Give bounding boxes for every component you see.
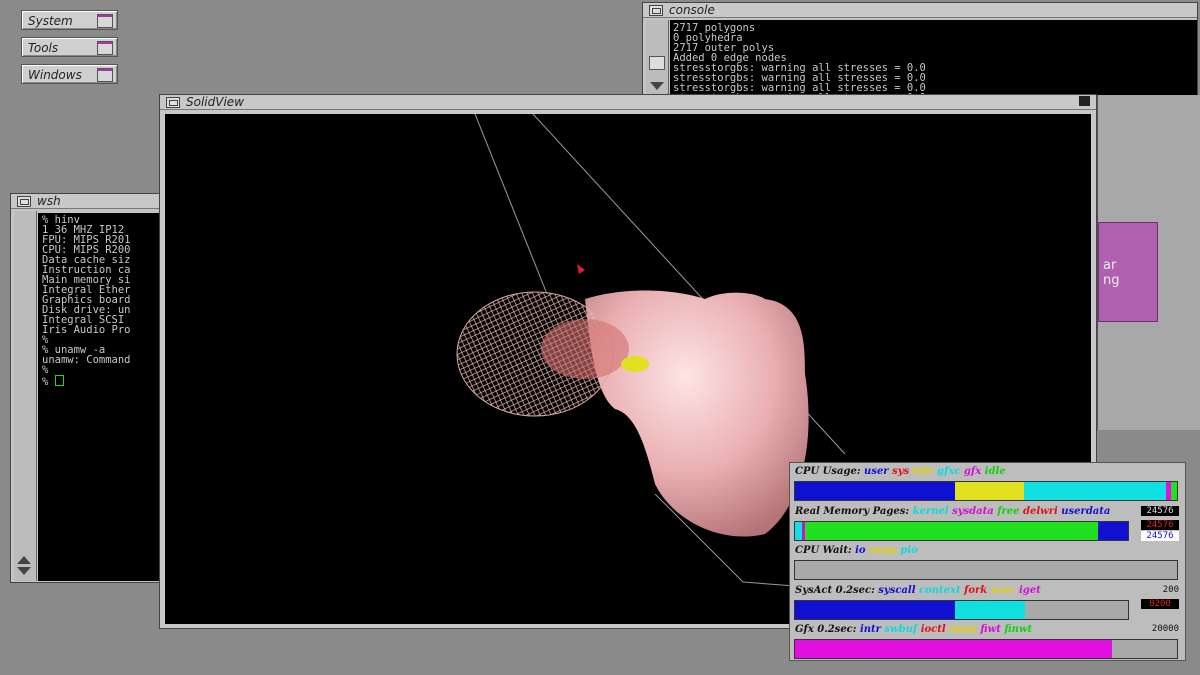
legend-item: intr <box>859 624 885 635</box>
menu-box-icon <box>97 68 113 82</box>
legend-item: user <box>864 466 893 477</box>
bar-segment <box>804 522 1099 540</box>
osview-row-label: CPU Usage: user sys intr gfxc gfx idle <box>795 466 1006 477</box>
legend-item: ioctl <box>920 624 950 635</box>
osview-max-value: 24576 <box>1141 520 1179 530</box>
legend-item: swap <box>869 545 901 556</box>
osview-bar <box>794 639 1178 659</box>
terminal-line: Iris Audio Pro <box>42 324 131 336</box>
scroll-down-arrow-icon[interactable] <box>650 82 664 90</box>
legend-item: gfx <box>963 466 985 477</box>
inner-structure <box>541 319 629 379</box>
solid-body-shape <box>585 290 809 537</box>
legend-item: io <box>855 545 870 556</box>
legend-item: syscall <box>878 585 919 596</box>
osview-bar <box>794 600 1129 620</box>
background-label-1: ar <box>1103 258 1117 273</box>
background-icon-box[interactable]: ar ng <box>1098 222 1158 322</box>
legend-item: idle <box>984 466 1006 477</box>
wsh-titlebar[interactable]: wsh <box>11 194 164 209</box>
osview-row-label: Real Memory Pages: kernel sysdata free d… <box>795 506 1111 517</box>
legend-item: intr <box>912 466 938 477</box>
console-title: console <box>669 3 715 17</box>
osview-row-label: CPU Wait: io swap pio <box>795 545 918 556</box>
legend-item: swbuf <box>884 624 921 635</box>
wsh-title: wsh <box>37 194 61 208</box>
bar-segment <box>954 601 1025 619</box>
toolchest-tools-button[interactable]: Tools <box>21 37 118 57</box>
window-menu-icon[interactable] <box>17 196 31 207</box>
console-output: 2717 polygons 0 polyhedra 2717 outer polys… <box>670 20 1197 96</box>
bar-segment <box>955 482 1025 500</box>
text-cursor-icon <box>54 375 64 386</box>
osview-scale-value: 24576 <box>1141 506 1179 516</box>
bar-segment <box>795 601 955 619</box>
legend-item: gfxc <box>937 466 964 477</box>
terminal-line: 2717 polygons <box>673 22 756 34</box>
osview-row-label: Gfx 0.2sec: intr swbuf ioctl swap fiwt f… <box>795 624 1033 635</box>
toolchest-tools-label: Tools <box>28 41 59 55</box>
bar-segment <box>795 640 1113 658</box>
highlight-region <box>621 356 649 372</box>
console-titlebar[interactable]: console <box>643 3 1197 18</box>
gr-osview-panel[interactable]: CPU Usage: user sys intr gfxc gfx idle R… <box>789 462 1186 661</box>
console-window[interactable]: console 2717 polygons 0 polyhedra 2717 out… <box>642 2 1198 97</box>
legend-item: swap <box>949 624 981 635</box>
legend-item: userdata <box>1061 506 1111 517</box>
toolchest-windows-button[interactable]: Windows <box>21 64 118 84</box>
osview-bar <box>794 481 1178 501</box>
wsh-scrollbar[interactable] <box>14 211 37 581</box>
scroll-thumb[interactable] <box>649 56 665 70</box>
legend-item: pio <box>900 545 918 556</box>
axis-line <box>742 581 796 587</box>
legend-item: delwri <box>1022 506 1062 517</box>
osview-bar <box>794 521 1129 541</box>
legend-item: fiwt <box>980 624 1005 635</box>
legend-item: kernel <box>912 506 953 517</box>
toolchest-system-button[interactable]: System <box>21 10 118 30</box>
osview-total-value: 24576 <box>1141 531 1179 541</box>
bar-segment <box>795 522 802 540</box>
terminal-line: % <box>42 375 164 387</box>
solidview-titlebar[interactable]: SolidView <box>160 95 1096 110</box>
osview-bar <box>794 560 1178 580</box>
legend-item: exec <box>990 585 1019 596</box>
legend-item: finwt <box>1004 624 1033 635</box>
menu-box-icon <box>97 14 113 28</box>
bar-segment <box>1098 522 1128 540</box>
wsh-output: % hinv 1 36 MHZ IP12 FPU: MIPS R201 CPU: MI… <box>38 213 164 581</box>
scroll-down-arrow-icon[interactable] <box>17 567 31 575</box>
wsh-window[interactable]: wsh % hinv 1 36 MHZ IP12 FPU: MIPS R201 CPU… <box>10 193 165 583</box>
legend-item: free <box>997 506 1023 517</box>
legend-item: sysdata <box>952 506 998 517</box>
background-window[interactable]: ar ng <box>1097 95 1200 430</box>
toolchest-system-label: System <box>28 14 73 28</box>
terminal-line: % <box>42 364 49 376</box>
solidview-title: SolidView <box>186 95 244 109</box>
red-marker-icon <box>577 264 585 274</box>
scroll-up-arrow-icon[interactable] <box>17 556 31 564</box>
legend-item: fork <box>964 585 991 596</box>
maximize-icon[interactable] <box>1079 96 1090 106</box>
window-menu-icon[interactable] <box>649 5 663 16</box>
osview-max-value: 8200 <box>1141 599 1179 609</box>
osview-row-label: SysAct 0.2sec: syscall context fork exec… <box>795 585 1041 596</box>
osview-scale-value: 200 <box>1162 585 1179 595</box>
legend-item: context <box>918 585 965 596</box>
toolchest-windows-label: Windows <box>28 68 82 82</box>
background-label-2: ng <box>1103 273 1120 288</box>
menu-box-icon <box>97 41 113 55</box>
window-menu-icon[interactable] <box>166 97 180 108</box>
legend-item: sys <box>892 466 913 477</box>
bar-segment <box>1171 482 1177 500</box>
bar-segment <box>795 482 956 500</box>
legend-item: iget <box>1018 585 1041 596</box>
osview-scale-value: 20000 <box>1151 624 1179 634</box>
axis-line <box>474 114 548 295</box>
bar-segment <box>1024 482 1166 500</box>
terminal-line: unamw: Command <box>42 354 131 366</box>
console-scrollbar[interactable] <box>646 20 669 96</box>
